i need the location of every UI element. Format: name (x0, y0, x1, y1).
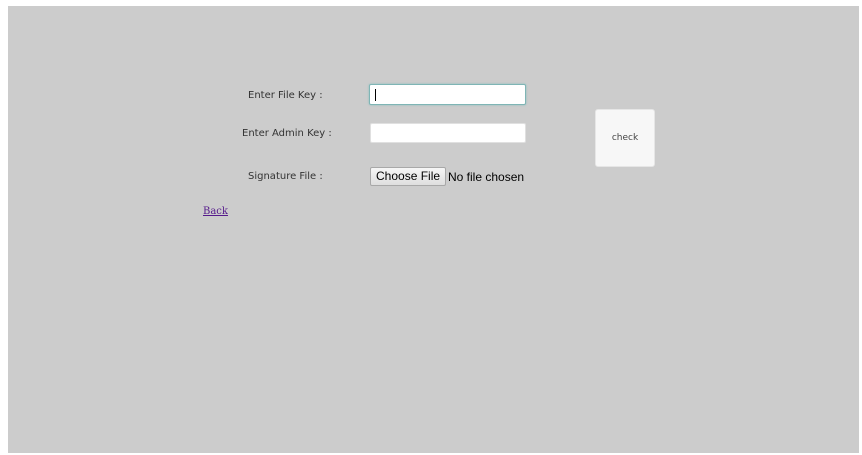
admin-key-label: Enter Admin Key : (242, 128, 332, 139)
content-panel (8, 6, 859, 453)
file-status-text: No file chosen (448, 170, 525, 184)
check-button[interactable]: check (595, 109, 655, 167)
file-key-input[interactable] (369, 84, 526, 105)
back-link[interactable]: Back (203, 206, 228, 217)
signature-file-label: Signature File : (248, 171, 323, 182)
text-caret (375, 89, 376, 101)
choose-file-button[interactable]: Choose File (370, 167, 447, 186)
file-key-label: Enter File Key : (248, 90, 323, 101)
admin-key-input[interactable] (370, 123, 526, 143)
check-button-label: check (611, 133, 639, 143)
